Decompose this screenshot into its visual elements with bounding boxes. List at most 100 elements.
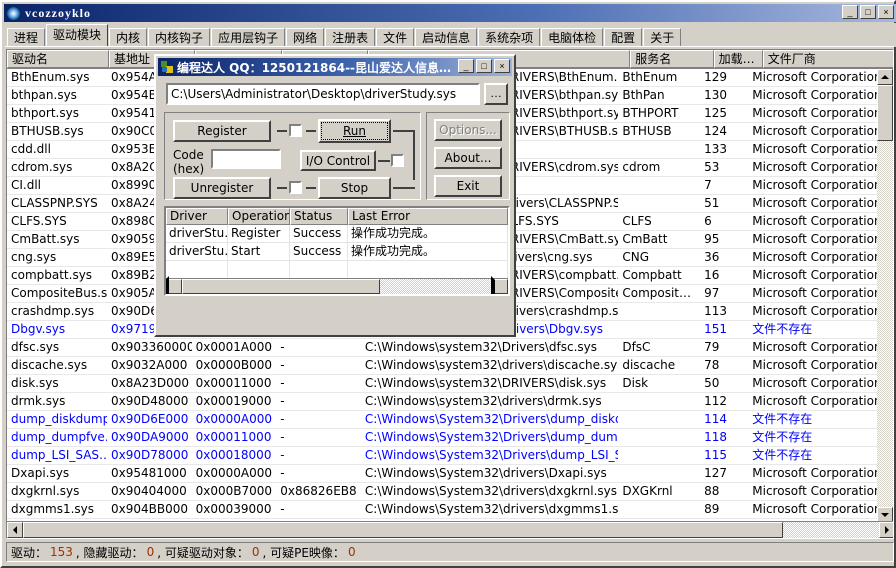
exit-button[interactable]: Exit — [434, 175, 502, 197]
table-row[interactable]: Dxapi.sys 0x95481000 0x0000A000- C:\Windows… — [7, 465, 878, 483]
tab-11[interactable]: 配置 — [604, 28, 643, 47]
log-scroll-right-button[interactable] — [491, 276, 508, 294]
tab-label: 关于 — [650, 31, 675, 45]
tab-2[interactable]: 内核 — [109, 28, 148, 47]
horizontal-scroll-thumb[interactable] — [23, 522, 783, 538]
wire-register-left — [277, 130, 287, 132]
cell-3: - — [280, 412, 285, 426]
tab-3[interactable]: 内核钩子 — [148, 28, 211, 47]
dialog-minimize-button[interactable]: _ — [458, 59, 474, 73]
cell-5 — [618, 447, 700, 464]
table-row[interactable]: dxgkrnl.sys 0x90404000 0x000B7000 0x86826EB… — [7, 483, 878, 501]
cell-4: C:\Windows\system32\DRIVERS\disk.sys — [364, 376, 607, 390]
tab-8[interactable]: 启动信息 — [415, 28, 478, 47]
dialog-close-button[interactable]: × — [494, 59, 510, 73]
browse-button[interactable]: … — [484, 83, 508, 105]
cell-7: Microsoft Corporation — [752, 376, 878, 390]
unregister-checkbox[interactable] — [289, 181, 302, 194]
maximize-button[interactable]: □ — [860, 5, 876, 19]
table-row[interactable]: discache.sys 0x9032A000 0x0000B000- C:\Wind… — [7, 357, 878, 375]
tab-4[interactable]: 应用层钩子 — [211, 28, 286, 47]
log-cell-3: 操作成功完成。 — [348, 243, 508, 260]
cell-0: BthEnum.sys — [11, 70, 90, 84]
log-scroll-left-button[interactable] — [166, 276, 182, 294]
cell-0: dump_dumpfve…. — [11, 430, 107, 444]
cell-7: Microsoft Corporation — [752, 268, 878, 282]
log-row[interactable]: driverStu…StartSuccess操作成功完成。 — [166, 243, 508, 261]
log-column-header-3[interactable]: Last Error — [348, 208, 508, 225]
cell-7: Microsoft Corporation — [752, 250, 878, 264]
column-header-0[interactable]: 驱动名 — [7, 50, 109, 68]
column-header-5[interactable]: 服务名 — [630, 50, 714, 68]
column-header-6[interactable]: 加载… — [713, 50, 763, 68]
table-row[interactable]: disk.sys 0x8A23D000 0x00011000- C:\Windows\… — [7, 375, 878, 393]
log-cell-2: Success — [290, 225, 348, 242]
cell-5 — [618, 501, 700, 518]
cell-4: C:\Windows\System32\Drivers\dump_LSI_SAS… — [364, 448, 618, 462]
about-button-label: About... — [444, 151, 492, 165]
close-button[interactable]: × — [878, 5, 894, 19]
log-cell-0 — [166, 261, 228, 278]
log-column-header-2[interactable]: Status — [290, 208, 348, 225]
cell-5: DXGKrnl — [622, 484, 673, 498]
scroll-up-button[interactable] — [877, 69, 893, 85]
tab-10[interactable]: 电脑体检 — [541, 28, 604, 47]
log-horizontal-scroll-thumb[interactable] — [182, 279, 380, 294]
log-horizontal-scrollbar[interactable] — [166, 276, 508, 294]
table-row[interactable]: drmk.sys 0x90D48000 0x00019000- C:\Windows\… — [7, 393, 878, 411]
log-column-header-1[interactable]: Operation — [228, 208, 290, 225]
cell-5: Disk — [622, 376, 649, 390]
code-hex-input[interactable] — [211, 149, 281, 169]
cell-6: 114 — [704, 412, 727, 426]
io-control-checkbox[interactable] — [391, 154, 404, 167]
io-control-button[interactable]: I/O Control — [300, 150, 376, 171]
log-cell-3 — [348, 261, 508, 278]
exit-button-label: Exit — [456, 179, 480, 193]
driver-path-input[interactable]: C:\Users\Administrator\Desktop\driverStu… — [166, 83, 480, 105]
cell-0: CompositeBus.sys — [11, 286, 107, 300]
cell-4: C:\Windows\System32\drivers\Dxapi.sys — [364, 466, 607, 480]
vertical-scroll-thumb[interactable] — [877, 85, 893, 141]
horizontal-scrollbar[interactable] — [7, 521, 893, 538]
cell-7: Microsoft Corporation — [752, 358, 878, 372]
tab-5[interactable]: 网络 — [286, 28, 325, 47]
tab-6[interactable]: 注册表 — [325, 28, 376, 47]
arrow-up-icon — [881, 75, 889, 79]
minimize-button[interactable]: _ — [842, 5, 858, 19]
log-column-header-0[interactable]: Driver — [166, 208, 228, 225]
log-row[interactable]: driverStu…RegisterSuccess操作成功完成。 — [166, 225, 508, 243]
table-row[interactable]: dump_dumpfve…. 0x90DA9000 0x00011000- C:\Wi… — [7, 429, 878, 447]
stop-button[interactable]: Stop — [318, 177, 391, 199]
cell-2: 0x0000A000 — [195, 466, 273, 480]
tab-9[interactable]: 系统杂项 — [478, 28, 541, 47]
about-button[interactable]: About... — [434, 147, 502, 169]
cell-7: 文件不存在 — [752, 322, 813, 336]
cell-1: 0x90404000 — [111, 484, 187, 498]
register-checkbox[interactable] — [289, 124, 302, 137]
scroll-left-button[interactable] — [7, 522, 23, 538]
cell-0: CLFS.SYS — [11, 214, 67, 228]
cell-0: CLASSPNP.SYS — [11, 196, 98, 210]
cell-0: bthpan.sys — [11, 88, 77, 102]
table-row[interactable]: dump_LSI_SAS…. 0x90D78000 0x00018000- C:\Wi… — [7, 447, 878, 465]
vertical-scrollbar[interactable] — [877, 69, 893, 523]
log-row[interactable] — [166, 261, 508, 279]
scroll-right-button[interactable] — [879, 522, 893, 538]
options-button[interactable]: Options... — [434, 119, 502, 141]
tab-1[interactable]: 驱动模块 — [46, 24, 109, 47]
table-row[interactable]: dfsc.sys 0x903360000 0x0001A000- C:\Windows… — [7, 339, 878, 357]
cell-2: 0x00011000 — [195, 430, 272, 444]
tab-0[interactable]: 进程 — [7, 28, 46, 47]
tab-12[interactable]: 关于 — [643, 28, 682, 47]
dialog-maximize-button[interactable]: □ — [476, 59, 492, 73]
column-header-7[interactable]: 文件厂商 — [762, 50, 893, 68]
cell-0: dump_LSI_SAS…. — [11, 448, 107, 462]
table-row[interactable]: dxgmms1.sys 0x904BB000 0x00039000- C:\Windo… — [7, 501, 878, 519]
cell-1: 0x95481000 — [111, 466, 187, 480]
tab-7[interactable]: 文件 — [376, 28, 415, 47]
register-button[interactable]: Register — [173, 120, 271, 142]
unregister-button[interactable]: Unregister — [173, 177, 271, 199]
table-row[interactable]: dump_diskdump… 0x90D6E000 0x0000A000- C:\Wi… — [7, 411, 878, 429]
cell-2: 0x0001A000 — [195, 340, 273, 354]
run-button[interactable]: Run — [318, 119, 391, 143]
